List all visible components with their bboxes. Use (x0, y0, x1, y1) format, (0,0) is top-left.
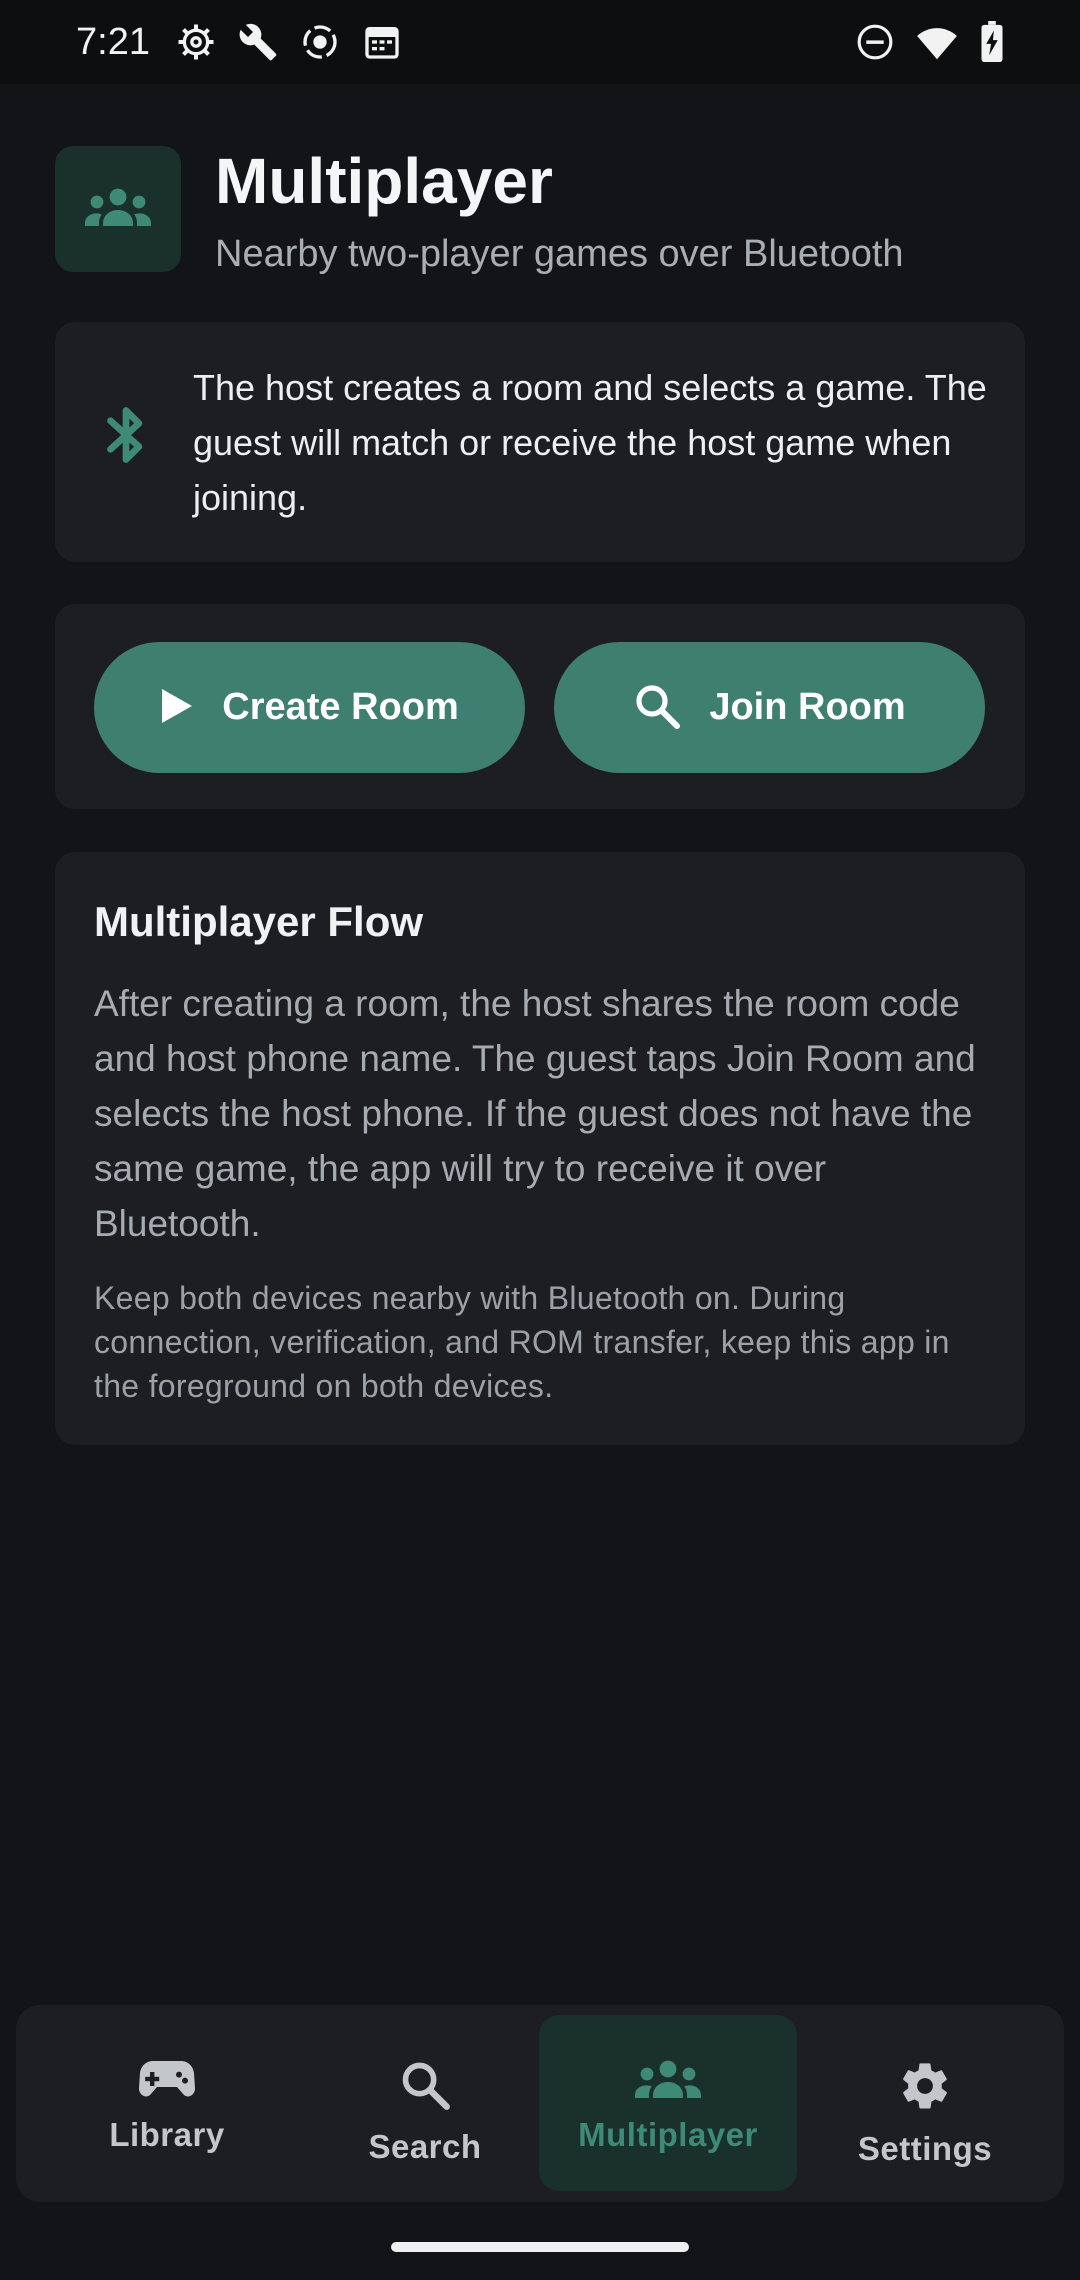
do-not-disturb-icon (856, 23, 894, 61)
play-icon (160, 687, 194, 728)
search-icon (633, 682, 681, 733)
nav-item-settings[interactable]: Settings (796, 2015, 1054, 2191)
wrench-icon (238, 22, 278, 62)
nav-label-settings: Settings (857, 2130, 993, 2167)
header-icon-box (55, 146, 181, 272)
flow-title: Multiplayer Flow (94, 898, 424, 945)
nav-item-library[interactable]: Library (38, 2015, 296, 2191)
wifi-icon (916, 23, 958, 61)
nav-label-search: Search (368, 2128, 482, 2165)
flow-body: After creating a room, the host shares t… (94, 983, 976, 1244)
info-text: The host creates a room and selects a ga… (193, 367, 987, 518)
bluetooth-icon (103, 404, 149, 471)
home-indicator[interactable] (391, 2242, 689, 2252)
battery-charging-icon (980, 21, 1004, 63)
group-icon (84, 187, 152, 232)
settings-gear-status-icon (176, 22, 216, 62)
flow-note: Keep both devices nearby with Bluetooth … (94, 1280, 950, 1404)
gear-icon (898, 2059, 952, 2118)
multiplayer-screen: 7:21 Multiplayer Nearby two-player games… (0, 0, 1080, 2280)
calendar-icon (362, 22, 402, 62)
status-time: 7:21 (76, 20, 150, 63)
page-subtitle: Nearby two-player games over Bluetooth (215, 233, 904, 275)
nav-item-search[interactable]: Search (296, 2015, 554, 2191)
create-room-label: Create Room (222, 686, 459, 728)
page-title: Multiplayer (215, 145, 553, 217)
screen-record-icon (300, 22, 340, 62)
status-bar: 7:21 (0, 0, 1080, 84)
gamepad-icon (138, 2059, 196, 2104)
nav-label-library: Library (109, 2116, 225, 2153)
search-icon (399, 2059, 451, 2116)
join-room-button[interactable]: Join Room (554, 642, 985, 773)
group-icon (634, 2059, 702, 2104)
page-header: Multiplayer Nearby two-player games over… (55, 145, 1025, 275)
room-actions-card: Create Room Join Room (55, 604, 1025, 809)
nav-item-multiplayer[interactable]: Multiplayer (539, 2015, 797, 2191)
create-room-button[interactable]: Create Room (94, 642, 525, 773)
bottom-navigation: Library Search Multiplayer Settings (16, 2005, 1064, 2202)
info-card: The host creates a room and selects a ga… (55, 322, 1025, 562)
join-room-label: Join Room (709, 686, 906, 728)
status-left-icons (176, 22, 402, 62)
nav-label-multiplayer: Multiplayer (578, 2116, 758, 2153)
status-right-icons (856, 21, 1004, 63)
multiplayer-flow-card: Multiplayer Flow After creating a room, … (55, 852, 1025, 1445)
